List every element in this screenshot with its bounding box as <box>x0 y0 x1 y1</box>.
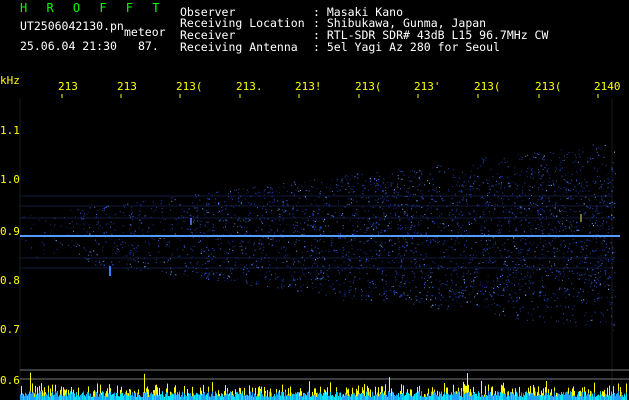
x-tick-7: 213' <box>414 80 441 93</box>
waterfall-plot <box>19 94 629 400</box>
x-tick-8: 213( <box>474 80 501 93</box>
x-tick-marks <box>61 94 599 98</box>
x-tick-10: 2140 <box>594 80 621 93</box>
x-tick-4: 213. <box>236 80 263 93</box>
y-tick-0.7: 0.7 <box>0 323 20 336</box>
spectrogram-view: H R O F F T UT2506042130.pn meteor 25.06… <box>0 0 629 400</box>
y-tick-1.0: 1.0 <box>0 173 20 186</box>
noise-cloud <box>21 144 616 331</box>
x-tick-5: 213! <box>295 80 322 93</box>
x-tick-9: 213( <box>535 80 562 93</box>
y-tick-0.9: 0.9 <box>0 225 20 238</box>
y-tick-1.1: 1.1 <box>0 124 20 137</box>
x-tick-1: 213 <box>58 80 78 93</box>
y-tick-0.8: 0.8 <box>0 274 20 287</box>
x-tick-3: 213( <box>176 80 203 93</box>
x-tick-2: 213 <box>117 80 137 93</box>
x-tick-6: 213( <box>355 80 382 93</box>
signal-level-bars <box>20 372 627 400</box>
y-tick-0.6: 0.6 <box>0 374 20 387</box>
